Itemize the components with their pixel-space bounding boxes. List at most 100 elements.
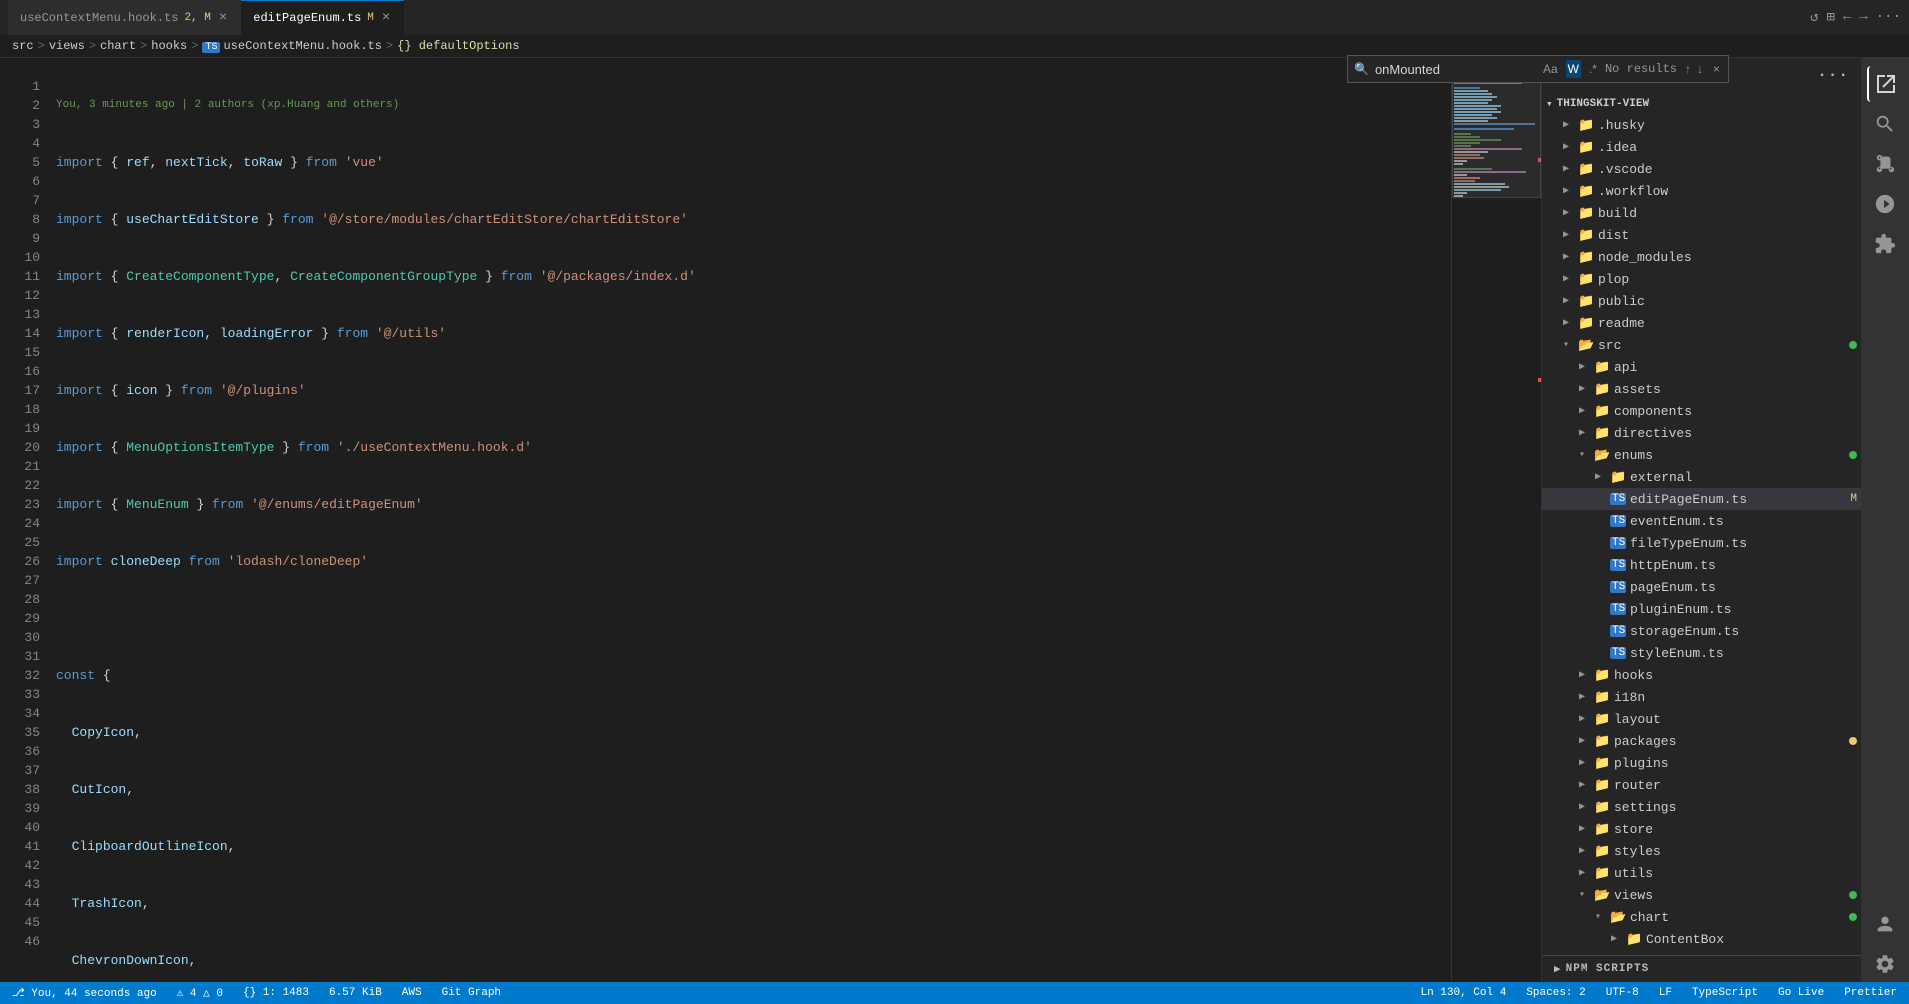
problems-status[interactable]: ⚠ 4 △ 0 xyxy=(173,986,227,1000)
folder-open-icon: 📂 xyxy=(1594,888,1610,903)
tree-item-plop[interactable]: ▶ 📁 plop xyxy=(1542,268,1861,290)
tree-item-utils[interactable]: ▶ 📁 utils xyxy=(1542,862,1861,884)
folder-label: i18n xyxy=(1614,690,1861,705)
minimap xyxy=(1451,58,1541,982)
file-label: eventEnum.ts xyxy=(1630,514,1861,529)
folder-label: hooks xyxy=(1614,668,1861,683)
folder-icon: 📁 xyxy=(1594,756,1610,771)
tab-close-icon[interactable]: × xyxy=(217,8,229,28)
folder-label: styles xyxy=(1614,844,1861,859)
search-activity-icon[interactable] xyxy=(1867,106,1903,142)
tree-item-assets[interactable]: ▶ 📁 assets xyxy=(1542,378,1861,400)
tree-item-http-enum[interactable]: TS httpEnum.ts xyxy=(1542,554,1861,576)
tree-item-public[interactable]: ▶ 📁 public xyxy=(1542,290,1861,312)
folder-icon: 📁 xyxy=(1594,382,1610,397)
tree-item-enums[interactable]: ▾ 📂 enums xyxy=(1542,444,1861,466)
regex-btn[interactable]: .* xyxy=(1587,60,1599,78)
tree-item-settings[interactable]: ▶ 📁 settings xyxy=(1542,796,1861,818)
go-live-status[interactable]: Go Live xyxy=(1774,987,1828,999)
extensions-icon[interactable] xyxy=(1867,226,1903,262)
tree-item-idea[interactable]: ▶ 📁 .idea xyxy=(1542,136,1861,158)
tab-context-menu[interactable]: useContextMenu.hook.ts 2, M × xyxy=(8,0,241,35)
tree-item-style-enum[interactable]: TS styleEnum.ts xyxy=(1542,642,1861,664)
accounts-icon[interactable] xyxy=(1867,906,1903,942)
run-debug-icon[interactable] xyxy=(1867,186,1903,222)
language-status[interactable]: TypeScript xyxy=(1688,987,1762,999)
tree-item-edit-page-enum[interactable]: TS editPageEnum.ts M xyxy=(1542,488,1861,510)
aws-status[interactable]: AWS xyxy=(398,987,426,999)
tree-item-readme[interactable]: ▶ 📁 readme xyxy=(1542,312,1861,334)
case-sensitive-btn[interactable]: Aa xyxy=(1541,60,1560,78)
tree-item-dist[interactable]: ▶ 📁 dist xyxy=(1542,224,1861,246)
back-icon[interactable]: ← xyxy=(1843,9,1851,26)
tree-item-event-enum[interactable]: TS eventEnum.ts xyxy=(1542,510,1861,532)
folder-label: build xyxy=(1598,206,1861,221)
prettier-status[interactable]: Prettier xyxy=(1840,987,1901,999)
cursor-position-status[interactable]: Ln 130, Col 4 xyxy=(1416,987,1510,999)
split-icon[interactable]: ⊞ xyxy=(1827,9,1835,26)
chevron-icon: ▶ xyxy=(1558,273,1574,285)
tree-item-views[interactable]: ▾ 📂 views xyxy=(1542,884,1861,906)
tree-item-src[interactable]: ▾ 📂 src xyxy=(1542,334,1861,356)
file-size-status[interactable]: 6.57 KiB xyxy=(325,987,386,999)
tree-item-vscode[interactable]: ▶ 📁 .vscode xyxy=(1542,158,1861,180)
folder-label: ContentBox xyxy=(1646,932,1861,947)
tree-item-page-enum[interactable]: TS pageEnum.ts xyxy=(1542,576,1861,598)
folder-icon: 📁 xyxy=(1578,316,1594,331)
indent-status[interactable]: Spaces: 2 xyxy=(1522,987,1589,999)
tree-item-file-type-enum[interactable]: TS fileTypeEnum.ts xyxy=(1542,532,1861,554)
tree-item-store[interactable]: ▶ 📁 store xyxy=(1542,818,1861,840)
tree-item-styles[interactable]: ▶ 📁 styles xyxy=(1542,840,1861,862)
more-icon[interactable]: ··· xyxy=(1876,9,1901,26)
git-graph-status[interactable]: Git Graph xyxy=(438,987,505,999)
explorer-activity-icon[interactable] xyxy=(1867,66,1903,102)
tree-item-router[interactable]: ▶ 📁 router xyxy=(1542,774,1861,796)
tree-item-storage-enum[interactable]: TS storageEnum.ts xyxy=(1542,620,1861,642)
tree-item-i18n[interactable]: ▶ 📁 i18n xyxy=(1542,686,1861,708)
tree-item-workflow[interactable]: ▶ 📁 .workflow xyxy=(1542,180,1861,202)
source-control-icon[interactable] xyxy=(1867,146,1903,182)
tree-item-components[interactable]: ▶ 📁 components xyxy=(1542,400,1861,422)
line-endings-status[interactable]: LF xyxy=(1655,987,1676,999)
git-branch-status[interactable]: ⎇ You, 44 seconds ago xyxy=(8,986,161,1000)
tree-item-husky[interactable]: ▶ 📁 .husky xyxy=(1542,114,1861,136)
typescript-icon: TS xyxy=(1610,515,1626,527)
tree-item-chart[interactable]: ▾ 📂 chart xyxy=(1542,906,1861,928)
line-col-status[interactable]: {} 1: 1483 xyxy=(239,987,313,999)
settings-icon[interactable] xyxy=(1867,946,1903,982)
tab-close-active-icon[interactable]: × xyxy=(380,8,392,28)
tree-item-layout[interactable]: ▶ 📁 layout xyxy=(1542,708,1861,730)
tree-item-packages[interactable]: ▶ 📁 packages xyxy=(1542,730,1861,752)
search-icon: 🔍 xyxy=(1354,62,1369,77)
folder-icon: 📁 xyxy=(1610,470,1626,485)
file-label: httpEnum.ts xyxy=(1630,558,1861,573)
tree-item-plugin-enum[interactable]: TS pluginEnum.ts xyxy=(1542,598,1861,620)
forward-icon[interactable]: → xyxy=(1859,9,1867,26)
explorer-more-icon[interactable]: ··· xyxy=(1817,66,1849,84)
typescript-icon: TS xyxy=(1610,647,1626,659)
tree-item-content-box[interactable]: ▶ 📁 ContentBox xyxy=(1542,928,1861,950)
activity-bar xyxy=(1861,58,1909,982)
file-label: editPageEnum.ts xyxy=(1630,492,1846,507)
tree-item-build[interactable]: ▶ 📁 build xyxy=(1542,202,1861,224)
code-line-6: import { MenuOptionsItemType } from './u… xyxy=(56,438,1451,457)
code-content[interactable]: You, 3 minutes ago | 2 authors (xp.Huang… xyxy=(48,58,1451,982)
close-search-btn[interactable]: × xyxy=(1711,60,1722,78)
tree-item-node-modules[interactable]: ▶ 📁 node_modules xyxy=(1542,246,1861,268)
tree-item-hooks[interactable]: ▶ 📁 hooks xyxy=(1542,664,1861,686)
search-input[interactable] xyxy=(1375,62,1535,77)
tree-item-external[interactable]: ▶ 📁 external xyxy=(1542,466,1861,488)
word-btn[interactable]: W xyxy=(1566,60,1581,78)
npm-scripts-section[interactable]: ▶ NPM SCRIPTS xyxy=(1542,955,1861,982)
history-icon[interactable]: ↺ xyxy=(1810,9,1818,26)
prev-match-btn[interactable]: ↑ xyxy=(1683,60,1693,78)
modified-badge-yellow xyxy=(1849,737,1857,745)
tree-root-label[interactable]: ▾ THINGSKIT-VIEW xyxy=(1542,92,1861,114)
tab-edit-page-enum[interactable]: editPageEnum.ts M × xyxy=(241,0,404,35)
next-match-btn[interactable]: ↓ xyxy=(1695,60,1705,78)
encoding-status[interactable]: UTF-8 xyxy=(1602,987,1643,999)
folder-icon: 📁 xyxy=(1594,712,1610,727)
tree-item-plugins[interactable]: ▶ 📁 plugins xyxy=(1542,752,1861,774)
tree-item-directives[interactable]: ▶ 📁 directives xyxy=(1542,422,1861,444)
tree-item-api[interactable]: ▶ 📁 api xyxy=(1542,356,1861,378)
